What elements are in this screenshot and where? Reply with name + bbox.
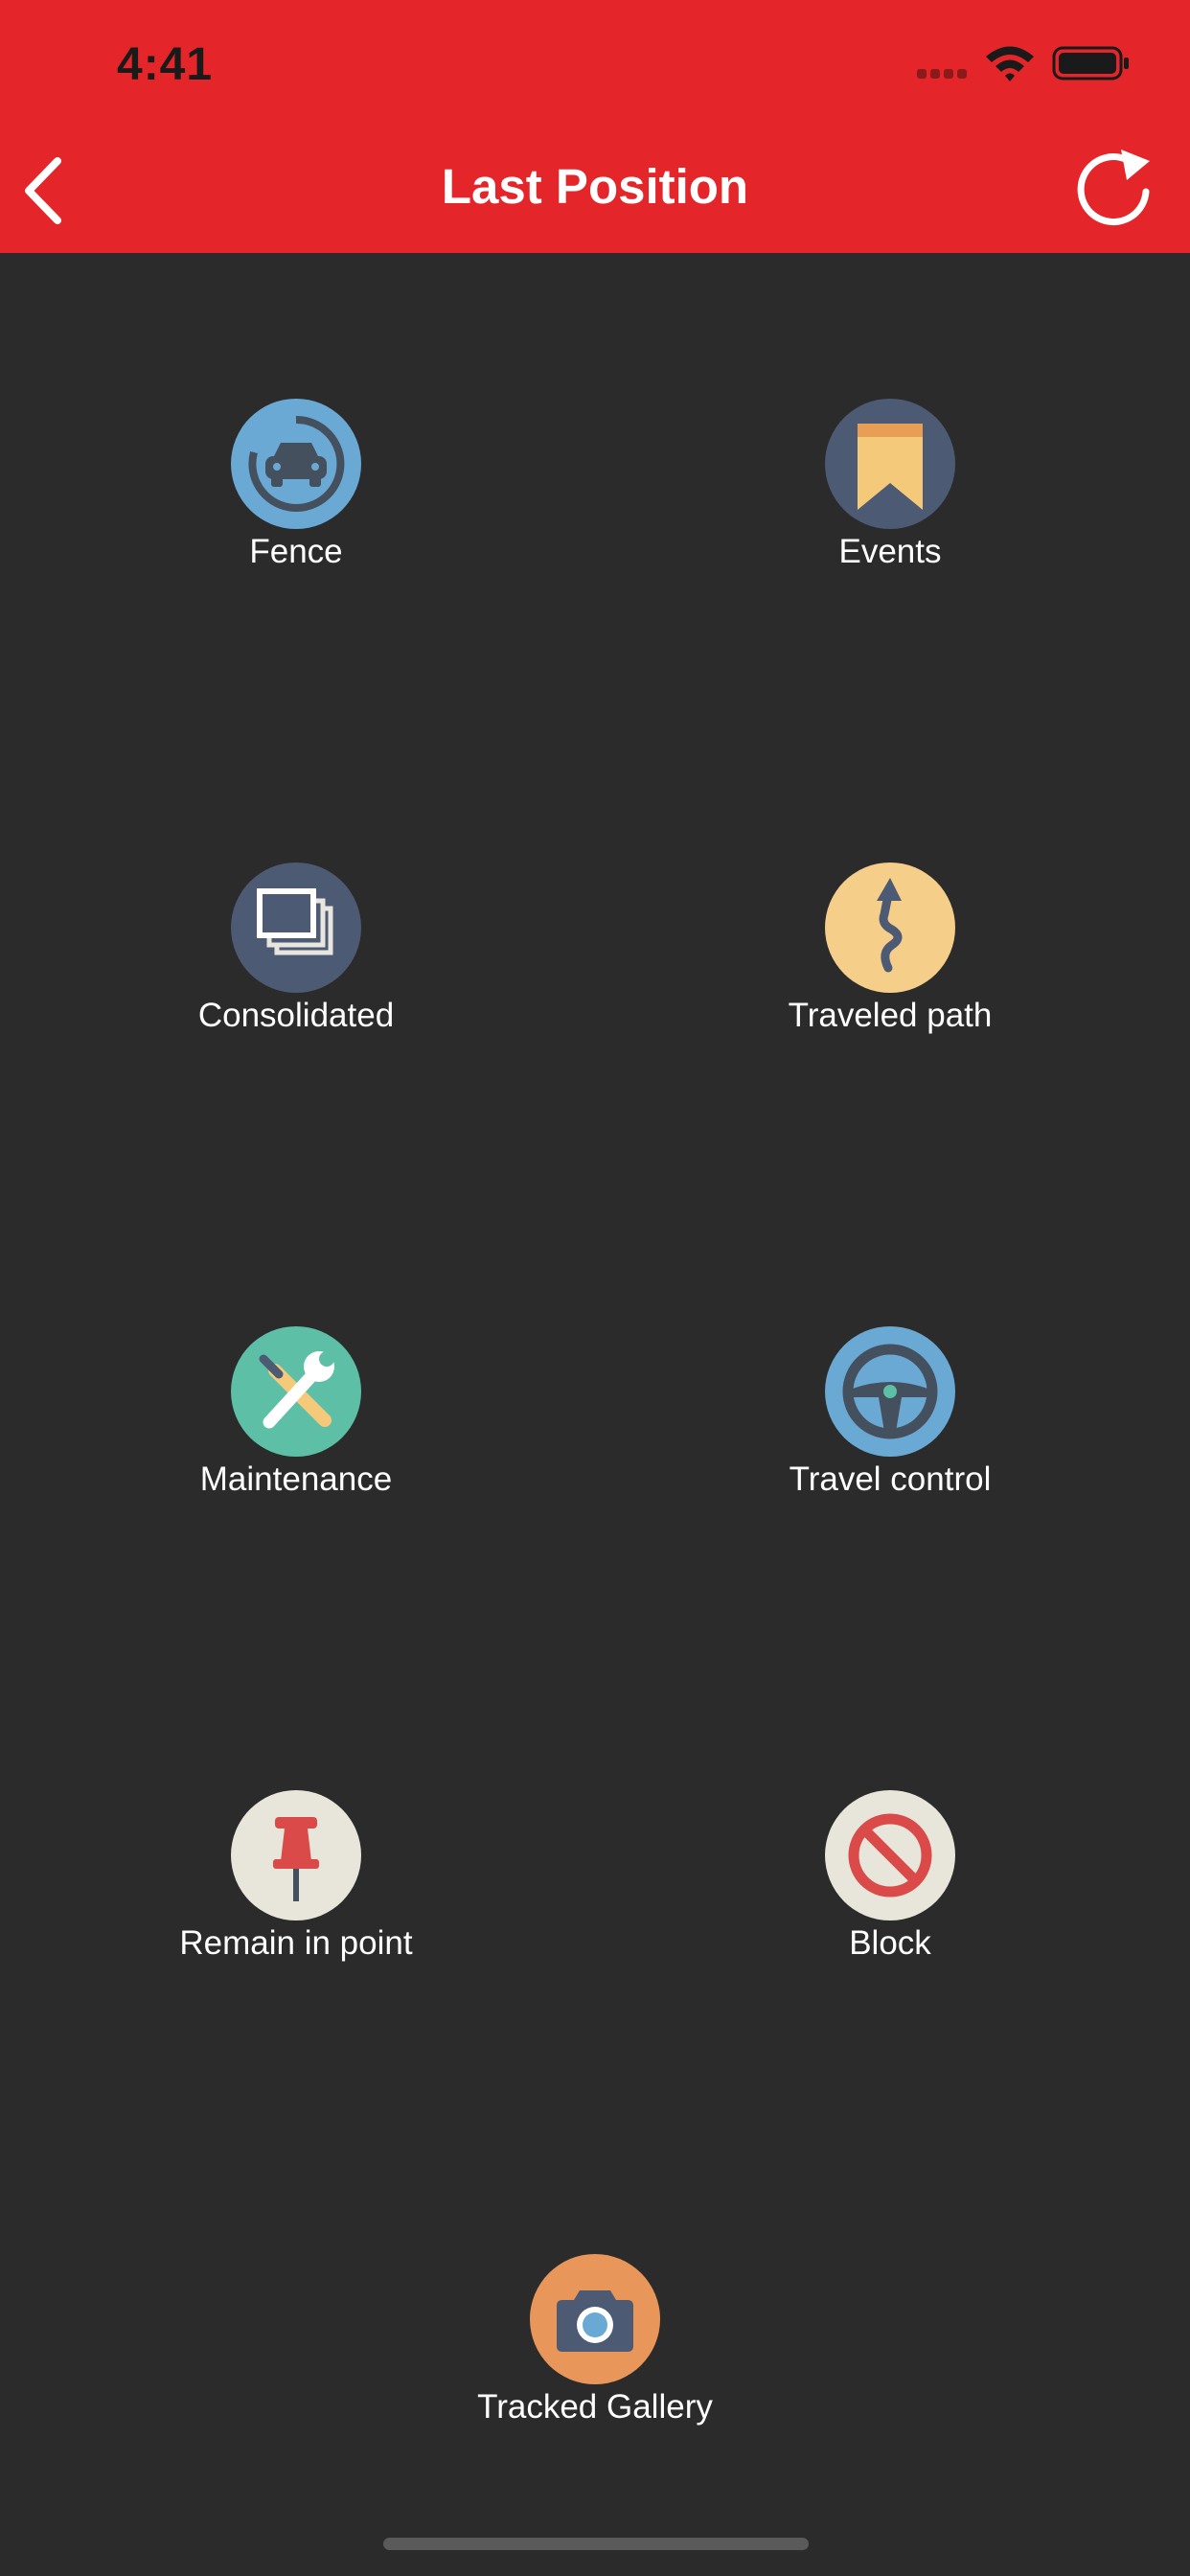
menu-item-label: Events [838,533,942,570]
status-time: 4:41 [117,39,214,90]
page-title: Last Position [441,159,749,214]
menu-item-label: Fence [249,533,343,570]
bookmark-icon [825,399,955,529]
menu-item-fence[interactable]: Fence [124,399,469,600]
menu-item-block[interactable]: Block [718,1790,1063,1991]
menu-item-label: Block [849,1924,931,1962]
refresh-icon[interactable] [1069,146,1156,232]
top-bar: 4:41 Last Position [0,0,1190,253]
battery-icon [1052,46,1129,80]
menu-item-label: Maintenance [199,1460,393,1498]
signal-icon [917,69,967,79]
camera-icon [530,2254,660,2384]
menu-item-label: Travel control [789,1460,992,1498]
push-pin-icon [231,1790,361,1920]
block-icon [825,1790,955,1920]
menu-item-remain-in-point[interactable]: Remain in point [124,1790,469,1991]
menu-item-travel-control[interactable]: Travel control [718,1326,1063,1528]
menu-item-label: Traveled path [788,997,993,1034]
home-indicator[interactable] [383,2538,809,2550]
menu-item-consolidated[interactable]: Consolidated [124,862,469,1064]
menu-item-maintenance[interactable]: Maintenance [124,1326,469,1528]
status-icons [917,46,1129,81]
car-fence-icon [231,399,361,529]
tools-icon [231,1326,361,1457]
menu-item-label: Tracked Gallery [477,2388,713,2426]
stacked-windows-icon [231,862,361,993]
menu-grid: Fence Events Consolidated Traveled path [0,253,1190,2576]
wifi-icon [986,46,1034,81]
menu-item-tracked-gallery[interactable]: Tracked Gallery [423,2254,767,2455]
menu-item-label: Remain in point [179,1924,413,1962]
winding-path-icon [825,862,955,993]
menu-item-label: Consolidated [197,997,395,1034]
menu-item-traveled-path[interactable]: Traveled path [718,862,1063,1064]
menu-item-events[interactable]: Events [718,399,1063,600]
steering-wheel-icon [825,1326,955,1457]
